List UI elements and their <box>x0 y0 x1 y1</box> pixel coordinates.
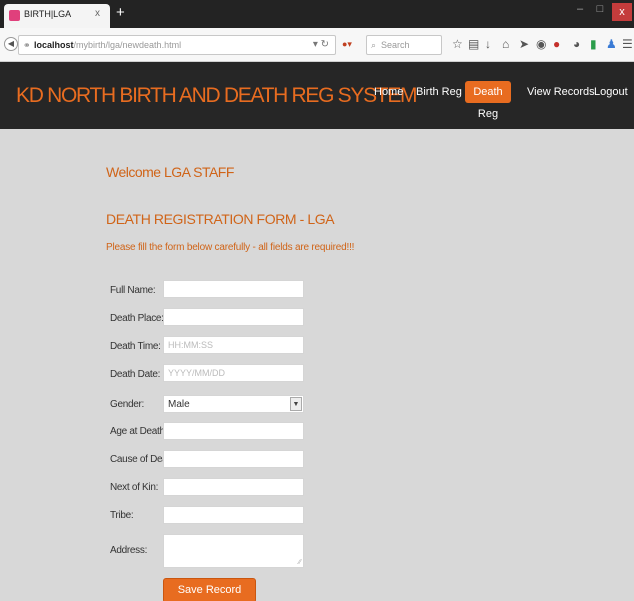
send-icon[interactable]: ➤ <box>519 37 529 51</box>
gender-selected-value: Male <box>168 399 190 410</box>
browser-nav-bar: ◀ ⚭ localhost/mybirth/lga/newdeath.html … <box>0 28 634 62</box>
nav-view-records[interactable]: View Records <box>527 86 595 98</box>
reload-icon[interactable]: ▾ ↻ <box>313 39 329 50</box>
address-textarea[interactable]: ∕∕ <box>163 534 304 568</box>
search-box[interactable]: ⌕ Search <box>366 35 442 55</box>
new-tab-button[interactable]: + <box>116 5 125 20</box>
cause-of-death-input[interactable] <box>163 450 304 468</box>
window-close-button[interactable]: x <box>612 3 632 21</box>
downloads-icon[interactable]: ↓ <box>485 37 491 51</box>
welcome-text: Welcome LGA STAFF <box>106 164 234 180</box>
search-icon: ⌕ <box>371 40 377 50</box>
nav-birth-reg[interactable]: Birth Reg <box>416 86 462 98</box>
pocket-icon[interactable]: ◉ <box>536 37 546 51</box>
death-place-input[interactable] <box>163 308 304 326</box>
extension-icon[interactable]: ▮ <box>590 37 597 51</box>
gender-select[interactable]: Male ▼ <box>163 395 304 413</box>
favicon-icon <box>9 10 20 21</box>
tribe-label: Tribe: <box>110 510 134 521</box>
site-header: KD NORTH BIRTH AND DEATH REG SYSTEM Home… <box>0 62 634 129</box>
death-place-label: Death Place: <box>110 313 164 324</box>
chevron-down-icon[interactable]: ▼ <box>290 397 302 411</box>
reading-list-icon[interactable]: ▤ <box>468 37 479 51</box>
site-title: KD NORTH BIRTH AND DEATH REG SYSTEM <box>16 84 418 107</box>
maximize-icon[interactable]: □ <box>592 3 608 21</box>
browser-tab[interactable]: BIRTH|LGA x <box>4 4 110 28</box>
url-path: /mybirth/lga/newdeath.html <box>73 40 182 50</box>
nav-logout[interactable]: Logout <box>594 86 628 98</box>
tab-close-icon[interactable]: x <box>95 8 100 19</box>
address-bar[interactable]: ⚭ localhost/mybirth/lga/newdeath.html ▾ … <box>18 35 336 55</box>
age-at-death-label: Age at Death: <box>110 426 168 437</box>
home-icon[interactable]: ⌂ <box>502 37 509 51</box>
resize-grip-icon[interactable]: ∕∕ <box>299 559 301 566</box>
search-placeholder: Search <box>381 40 410 50</box>
user-icon[interactable]: ♟ <box>606 37 617 51</box>
death-date-label: Death Date: <box>110 369 161 380</box>
tab-title: BIRTH|LGA <box>24 9 72 19</box>
minimize-icon[interactable]: – <box>572 3 588 21</box>
url-host: localhost <box>34 40 74 50</box>
addon-icon[interactable]: ● <box>553 37 560 51</box>
form-title: DEATH REGISTRATION FORM - LGA <box>106 211 335 227</box>
sync-icon[interactable]: ◕ <box>573 37 580 51</box>
url-text: localhost/mybirth/lga/newdeath.html <box>34 40 181 50</box>
next-of-kin-input[interactable] <box>163 478 304 496</box>
bookmark-star-icon[interactable]: ☆ <box>452 37 463 51</box>
form-instructions: Please fill the form below carefully - a… <box>106 242 355 253</box>
address-label: Address: <box>110 545 148 556</box>
full-name-label: Full Name: <box>110 285 156 296</box>
menu-icon[interactable]: ☰ <box>622 37 633 51</box>
death-time-input[interactable] <box>163 336 304 354</box>
gender-label: Gender: <box>110 399 145 410</box>
tribe-input[interactable] <box>163 506 304 524</box>
age-at-death-input[interactable] <box>163 422 304 440</box>
death-time-label: Death Time: <box>110 341 161 352</box>
nav-death-reg[interactable]: Death Reg <box>465 81 511 120</box>
save-record-button[interactable]: Save Record <box>163 578 256 601</box>
globe-icon: ⚭ <box>23 40 31 50</box>
nav-home[interactable]: Home <box>374 86 403 98</box>
back-icon[interactable]: ◀ <box>4 37 18 51</box>
next-of-kin-label: Next of Kin: <box>110 482 159 493</box>
browser-tab-bar: BIRTH|LGA x + – □ x <box>0 0 634 28</box>
death-date-input[interactable] <box>163 364 304 382</box>
search-engine-icon[interactable]: ●▾ <box>342 39 352 50</box>
full-name-input[interactable] <box>163 280 304 298</box>
